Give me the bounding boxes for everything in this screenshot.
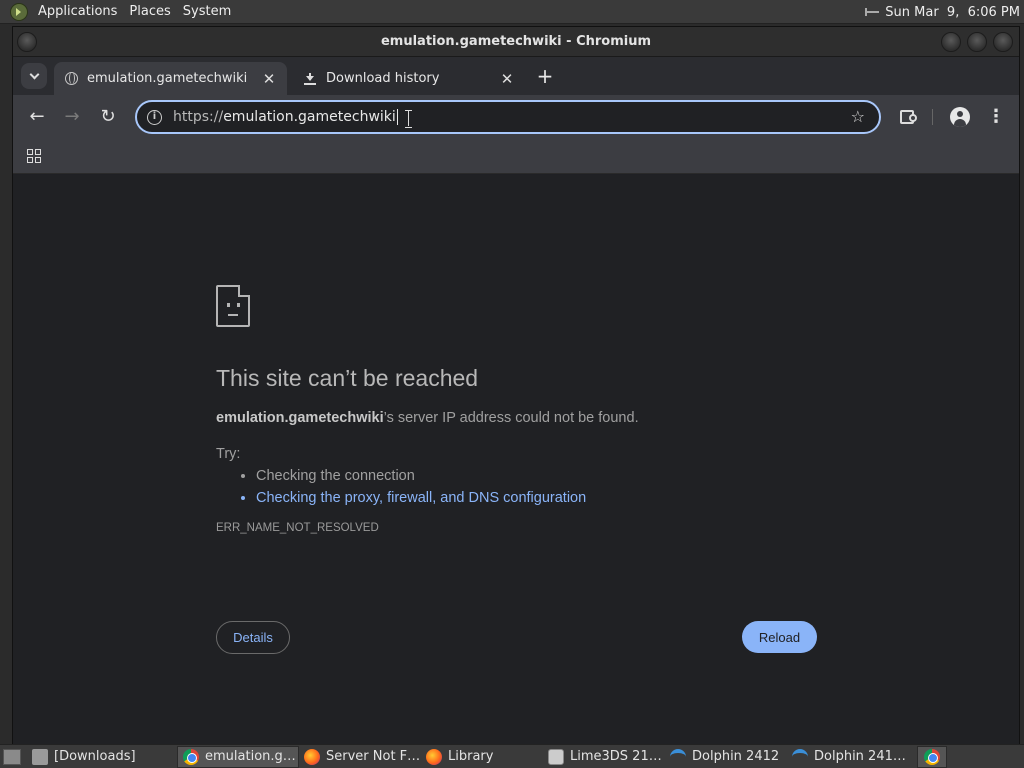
error-description: emulation.gametechwiki’s server IP addre… bbox=[216, 410, 639, 426]
suggestion-check-connection: Checking the connection bbox=[256, 468, 816, 484]
text-cursor-icon bbox=[405, 110, 412, 128]
error-container: This site can’t be reached emulation.gam… bbox=[216, 285, 816, 534]
reload-button[interactable]: Reload bbox=[742, 621, 817, 653]
tab-download-history[interactable]: Download history ✕ bbox=[293, 62, 525, 95]
error-title: This site can’t be reached bbox=[216, 365, 479, 391]
distro-logo-icon[interactable] bbox=[10, 2, 28, 21]
globe-icon bbox=[64, 72, 78, 86]
network-icon[interactable] bbox=[865, 8, 880, 16]
taskbar-item-server-not-found[interactable]: Server Not F… bbox=[299, 746, 421, 768]
minimize-button[interactable] bbox=[941, 32, 961, 52]
tab-search-button[interactable] bbox=[21, 63, 47, 89]
window-title: emulation.gametechwiki - Chromium bbox=[380, 34, 652, 49]
kebab-menu-icon: ⋮ bbox=[987, 106, 1005, 127]
back-button[interactable]: ← bbox=[25, 105, 49, 129]
download-icon bbox=[303, 72, 317, 86]
address-bar[interactable]: i https://emulation.gametechwiki ☆ bbox=[135, 100, 881, 134]
bookmark-star-icon[interactable]: ☆ bbox=[851, 107, 865, 126]
close-tab-icon[interactable]: ✕ bbox=[499, 71, 515, 87]
chevron-down-icon bbox=[29, 69, 39, 80]
puzzle-icon bbox=[900, 110, 917, 124]
taskbar: [Downloads] emulation.g… Server Not F… L… bbox=[0, 744, 1024, 768]
suggestion-check-proxy-link[interactable]: Checking the proxy, firewall, and DNS co… bbox=[256, 490, 816, 506]
try-label: Try: bbox=[216, 446, 241, 462]
details-button[interactable]: Details bbox=[216, 621, 290, 654]
close-tab-icon[interactable]: ✕ bbox=[261, 71, 277, 87]
maximize-button[interactable] bbox=[967, 32, 987, 52]
taskbar-item-dolphin-2[interactable]: Dolphin 241… bbox=[787, 746, 909, 768]
avatar-icon bbox=[950, 107, 970, 127]
tab-label: emulation.gametechwiki bbox=[87, 71, 248, 86]
places-menu[interactable]: Places bbox=[123, 0, 176, 24]
taskbar-item-lime3ds[interactable]: Lime3DS 21… bbox=[543, 746, 665, 768]
arrow-right-icon: → bbox=[64, 106, 80, 127]
toolbar: ← → ↻ i https://emulation.gametechwiki ☆… bbox=[13, 95, 1019, 139]
taskbar-item-chromium-small[interactable] bbox=[917, 745, 947, 768]
chromium-icon bbox=[924, 748, 940, 765]
bookmarks-bar bbox=[13, 139, 1019, 174]
arrow-left-icon: ← bbox=[29, 106, 45, 127]
firefox-icon bbox=[426, 748, 442, 765]
window-menu-button[interactable] bbox=[17, 32, 37, 52]
tab-strip: emulation.gametechwiki ✕ Download histor… bbox=[13, 57, 1019, 95]
profile-button[interactable] bbox=[948, 105, 972, 129]
tab-emulation[interactable]: emulation.gametechwiki ✕ bbox=[54, 62, 287, 95]
folder-icon bbox=[32, 748, 48, 765]
tab-label: Download history bbox=[326, 71, 440, 86]
refresh-icon: ↻ bbox=[100, 106, 116, 127]
dolphin-icon bbox=[670, 748, 686, 765]
chromium-icon bbox=[183, 748, 199, 765]
apps-grid-icon[interactable] bbox=[27, 149, 41, 163]
error-code: ERR_NAME_NOT_RESOLVED bbox=[216, 522, 379, 534]
taskbar-item-chromium[interactable]: emulation.g… bbox=[177, 745, 299, 768]
dolphin-icon bbox=[792, 748, 808, 765]
taskbar-item-downloads[interactable]: [Downloads] bbox=[27, 746, 177, 768]
forward-button[interactable]: → bbox=[60, 105, 84, 129]
clock[interactable]: Sun Mar 9, 6:06 PM bbox=[885, 5, 1020, 20]
close-window-button[interactable] bbox=[993, 32, 1013, 52]
firefox-icon bbox=[304, 748, 320, 765]
reload-toolbar-button[interactable]: ↻ bbox=[96, 105, 120, 129]
system-menu[interactable]: System bbox=[177, 0, 237, 24]
window-titlebar[interactable]: emulation.gametechwiki - Chromium bbox=[13, 27, 1019, 57]
taskbar-item-dolphin-1[interactable]: Dolphin 2412 bbox=[665, 746, 787, 768]
browser-window: emulation.gametechwiki - Chromium emulat… bbox=[12, 26, 1020, 744]
url-text[interactable]: https://emulation.gametechwiki bbox=[173, 109, 398, 125]
show-desktop-icon[interactable] bbox=[3, 748, 21, 765]
menu-button[interactable]: ⋮ bbox=[984, 105, 1008, 129]
terminal-icon bbox=[548, 748, 564, 765]
toolbar-separator bbox=[932, 109, 933, 125]
new-tab-button[interactable]: + bbox=[535, 66, 555, 87]
sad-page-icon bbox=[216, 285, 250, 327]
taskbar-item-library[interactable]: Library bbox=[421, 746, 543, 768]
extensions-button[interactable] bbox=[895, 105, 919, 129]
page-content: This site can’t be reached emulation.gam… bbox=[13, 175, 1019, 744]
site-info-icon[interactable]: i bbox=[147, 109, 162, 125]
applications-menu[interactable]: Applications bbox=[32, 0, 123, 24]
suggestion-list: Checking the connection Checking the pro… bbox=[256, 468, 816, 506]
top-panel: Applications Places System Sun Mar 9, 6:… bbox=[0, 0, 1024, 24]
